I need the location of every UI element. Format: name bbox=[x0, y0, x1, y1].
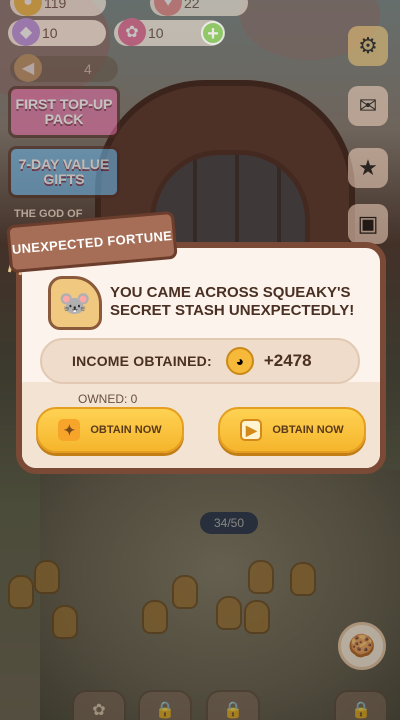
obtain-now-video-button[interactable]: ▶ OBTAIN NOW bbox=[218, 407, 366, 453]
megaphone-icon: ◀ bbox=[14, 54, 42, 82]
gem-currency-pill: ◆ 10 bbox=[8, 18, 106, 46]
medal-icon[interactable]: ★ bbox=[348, 148, 388, 188]
income-label: INCOME OBTAINED: bbox=[72, 353, 212, 369]
god-of-label: THE GOD OF bbox=[14, 208, 83, 220]
seven-day-label: 7-DAY VALUE GIFTS bbox=[18, 156, 110, 187]
obtain-now-label: OBTAIN NOW bbox=[272, 424, 344, 436]
bottom-tab-locked[interactable]: 🔒 bbox=[334, 690, 388, 720]
gem-count: 10 bbox=[42, 25, 58, 41]
ticket-icon: ✦ bbox=[58, 419, 81, 441]
bottom-tab-1[interactable]: ✿ bbox=[72, 690, 126, 720]
owned-count: OWNED: 0 bbox=[78, 392, 138, 406]
heart-icon: ♥ bbox=[154, 0, 182, 16]
obtain-now-label: OBTAIN NOW bbox=[90, 424, 162, 436]
currency-pill-top-right: ♥ 22 bbox=[150, 0, 248, 16]
squeaky-mouse-icon: 🐭 bbox=[48, 276, 102, 330]
dialog-headline: YOU CAME ACROSS SQUEAKY'S SECRET STASH U… bbox=[110, 284, 355, 319]
income-value: +2478 bbox=[263, 351, 312, 370]
envelope-icon[interactable]: ✉ bbox=[348, 86, 388, 126]
obtain-now-ticket-button[interactable]: ✦ OBTAIN NOW bbox=[36, 407, 184, 453]
currency-value: 119 bbox=[44, 0, 67, 11]
alert-count: 4 bbox=[84, 61, 92, 77]
first-topup-pack-button[interactable]: FIRST TOP-UP PACK bbox=[8, 86, 120, 138]
coin-icon: ● bbox=[14, 0, 42, 16]
gem-icon: ◆ bbox=[12, 18, 40, 46]
currency-pill-top-left: ● 119 bbox=[10, 0, 106, 16]
video-icon: ▶ bbox=[240, 419, 263, 441]
gear-icon[interactable]: ⚙ bbox=[348, 26, 388, 66]
add-currency-button[interactable]: + bbox=[201, 21, 225, 45]
currency-value: 22 bbox=[184, 0, 200, 11]
seven-day-gifts-button[interactable]: 7-DAY VALUE GIFTS bbox=[8, 146, 120, 198]
bag-icon[interactable]: ▣ bbox=[348, 204, 388, 244]
bottom-tab-locked[interactable]: 🔒 bbox=[138, 690, 192, 720]
bottom-tab-locked[interactable]: 🔒 bbox=[206, 690, 260, 720]
income-obtained-row: INCOME OBTAINED: ◕ +2478 bbox=[40, 338, 360, 384]
first-topup-label: FIRST TOP-UP PACK bbox=[15, 96, 113, 127]
coin-icon: ◕ bbox=[225, 347, 254, 375]
candy-icon: ✿ bbox=[118, 18, 146, 46]
alert-pill[interactable]: ◀ 4 bbox=[10, 54, 118, 82]
character-shortcut-button[interactable]: 🍪 bbox=[338, 622, 386, 670]
candy-count: 10 bbox=[148, 25, 164, 41]
dialog-title: UNEXPECTED FORTUNE bbox=[11, 227, 173, 257]
